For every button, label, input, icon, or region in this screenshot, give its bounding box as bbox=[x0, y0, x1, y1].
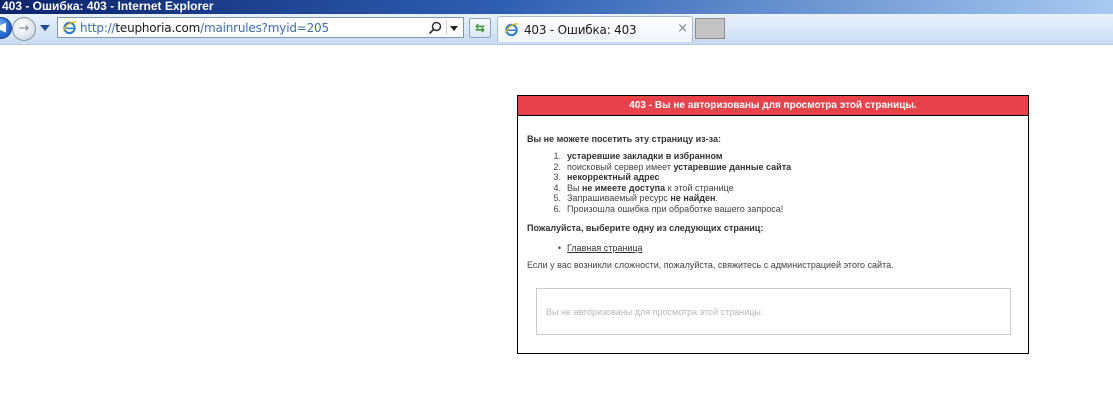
forward-button[interactable]: → bbox=[12, 17, 36, 41]
home-page-link[interactable]: Главная страница bbox=[561, 243, 643, 253]
tab-title: 403 - Ошибка: 403 bbox=[524, 23, 637, 37]
reason-text: поисковый сервер имеет bbox=[567, 161, 674, 172]
reason-text-after: . bbox=[715, 193, 718, 203]
reason-bold: некорректный адрес bbox=[567, 172, 660, 182]
reason-text-after: к этой странице bbox=[665, 182, 734, 193]
url-prefix: http:// bbox=[80, 21, 116, 35]
back-button[interactable]: ◀ bbox=[0, 17, 12, 39]
reason-text: Произошла ошибка при обработке вашего за… bbox=[567, 203, 784, 214]
reason-bold: устаревшие закладки в избранном bbox=[567, 151, 723, 161]
address-dropdown-icon[interactable] bbox=[446, 20, 461, 35]
back-arrow-icon: ◀ bbox=[0, 20, 6, 35]
reason-text: Вы bbox=[567, 182, 582, 193]
tab-current[interactable]: 403 - Ошибка: 403 × bbox=[497, 16, 693, 42]
search-icon[interactable] bbox=[427, 20, 443, 36]
contact-text: Если у вас возникли сложности, пожалуйст… bbox=[527, 260, 894, 270]
reason-item: 6. Произошла ошибка при обработке вашего … bbox=[527, 204, 1017, 215]
url-path: /mainrules?myid=205 bbox=[200, 21, 329, 35]
reason-bold: не найден bbox=[670, 193, 716, 203]
reason-number: 5. bbox=[553, 193, 561, 203]
window-title: 403 - Ошибка: 403 - Internet Explorer bbox=[2, 0, 214, 13]
address-url[interactable]: http://teuphoria.com/mainrules?myid=205 bbox=[80, 21, 329, 35]
reason-item: 5. Запрашиваемый ресурс не найден. bbox=[527, 193, 1017, 204]
reason-text: Запрашиваемый ресурс bbox=[567, 193, 671, 203]
list-item: • Главная страница bbox=[527, 242, 1017, 254]
message-box: Вы не авторизованы для просмотра этой ст… bbox=[536, 288, 1011, 335]
reason-number: 2. bbox=[553, 161, 561, 172]
reason-number: 1. bbox=[553, 151, 561, 161]
reason-bold: не имеете доступа bbox=[581, 182, 666, 193]
refresh-button[interactable]: ⇆ bbox=[469, 18, 491, 38]
reason-item: 2. поисковый сервер имеет устаревшие данн… bbox=[527, 162, 1017, 173]
error-header: 403 - Вы не авторизованы для просмотра э… bbox=[518, 96, 1028, 116]
ie-logo-icon bbox=[62, 21, 77, 35]
address-bar[interactable]: http://teuphoria.com/mainrules?myid=205 bbox=[57, 17, 464, 38]
close-tab-icon[interactable]: × bbox=[677, 21, 688, 36]
new-tab-button[interactable] bbox=[695, 18, 725, 39]
window-titlebar: 403 - Ошибка: 403 - Internet Explorer bbox=[0, 0, 1113, 14]
error-dialog: 403 - Вы не авторизованы для просмотра э… bbox=[517, 95, 1029, 354]
bullet: • bbox=[557, 243, 561, 253]
message-box-text: Вы не авторизованы для просмотра этой ст… bbox=[546, 307, 764, 317]
reason-item: 4. Вы не имеете доступа к этой странице bbox=[527, 183, 1017, 194]
forward-arrow-icon: → bbox=[18, 21, 30, 36]
tab-ie-logo-icon bbox=[504, 23, 519, 37]
error-header-text: 403 - Вы не авторизованы для просмотра э… bbox=[629, 100, 917, 111]
error-content: Вы не можете посетить эту страницу из-за… bbox=[527, 134, 1017, 270]
links-list: • Главная страница bbox=[527, 242, 1017, 254]
reason-number: 3. bbox=[553, 172, 561, 182]
reason-bold: устаревшие данные сайта bbox=[673, 161, 792, 172]
reasons-list: 1. устаревшие закладки в избранном 2. поис… bbox=[527, 151, 1017, 214]
reason-number: 4. bbox=[553, 182, 561, 193]
reason-item: 3. некорректный адрес bbox=[527, 172, 1017, 183]
refresh-icon: ⇆ bbox=[474, 21, 486, 35]
reason-number: 6. bbox=[553, 203, 561, 214]
error-lead: Вы не можете посетить эту страницу из-за… bbox=[527, 134, 721, 144]
navigation-bar: ◀ → http://teuphoria.com/mainrules?myid=… bbox=[0, 14, 1113, 45]
history-dropdown-icon[interactable] bbox=[40, 25, 50, 31]
choose-page-text: Пожалуйста, выберите одну из следующих с… bbox=[527, 223, 764, 233]
url-host: teuphoria.com bbox=[115, 21, 201, 35]
reason-item: 1. устаревшие закладки в избранном bbox=[527, 151, 1017, 162]
